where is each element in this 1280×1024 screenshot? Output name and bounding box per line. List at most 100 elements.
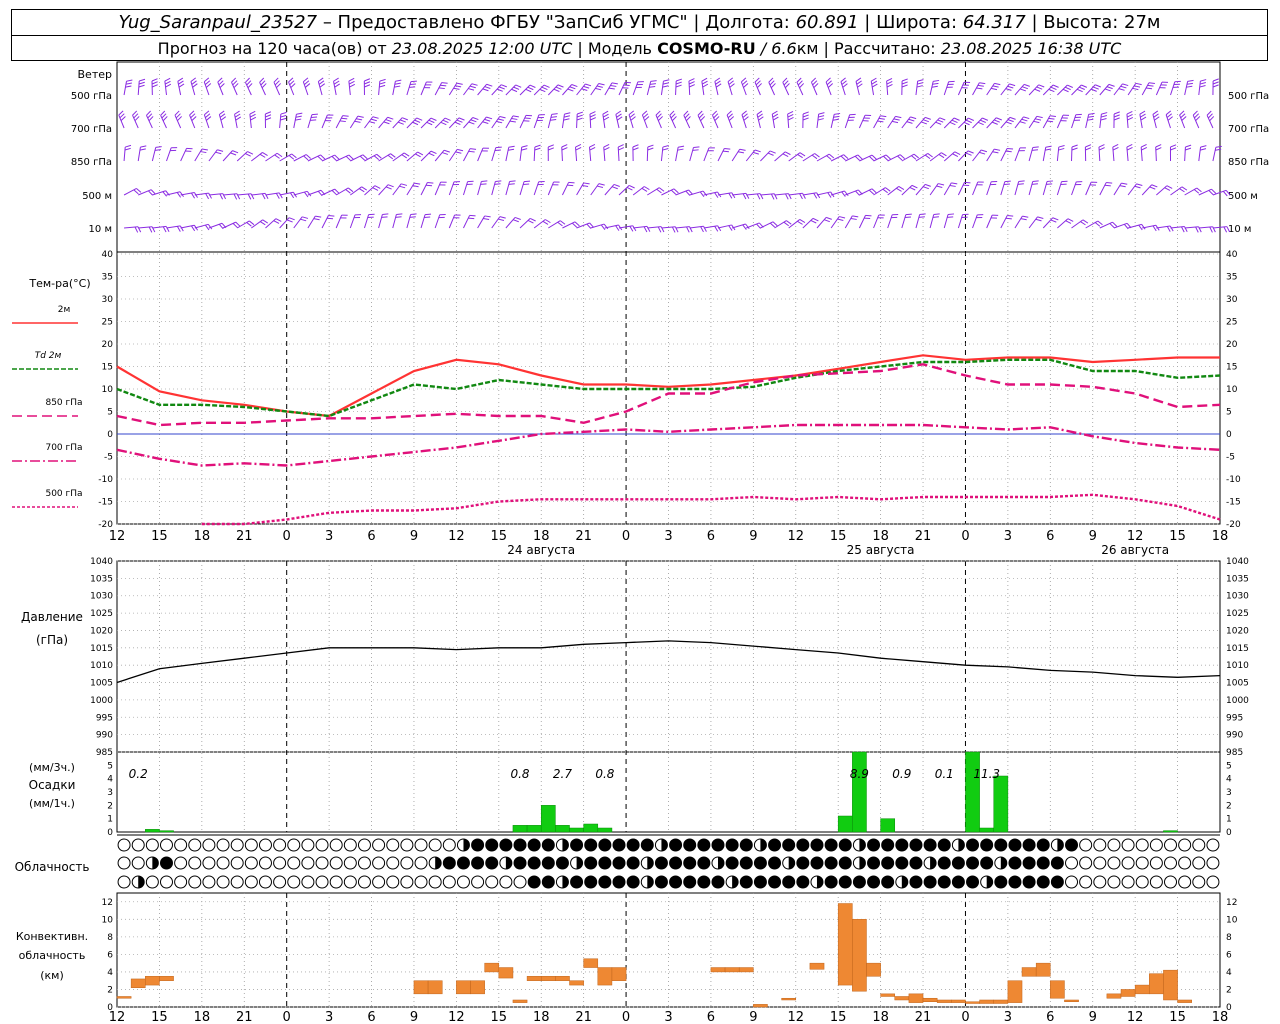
wind-barb-flag — [1195, 226, 1199, 233]
wind-barb-flag — [855, 77, 862, 82]
wind-barb-flag — [603, 113, 609, 118]
wind-barb-shaft — [491, 147, 497, 162]
wind-barb-flag — [896, 187, 902, 192]
cloud-symbol — [1206, 838, 1220, 852]
wind-barb-flag — [430, 150, 437, 155]
wind-barb-flag — [233, 193, 238, 200]
cloud-symbol — [428, 875, 442, 889]
cloud-symbol — [1178, 875, 1192, 889]
temp-ytick-right: 30 — [1226, 295, 1238, 305]
wind-barb-flag — [387, 154, 394, 160]
precip-annotation: 0.8 — [595, 767, 614, 781]
wind-barb-flag — [756, 110, 763, 115]
cloud-symbol — [739, 856, 753, 870]
cloud-symbol — [1206, 875, 1220, 889]
wind-barb-flag — [512, 115, 519, 118]
wind-barb-flag — [250, 116, 257, 121]
wind-barb-shaft — [703, 147, 710, 162]
wind-barb-flag — [155, 146, 162, 148]
temp-xtick: 15 — [151, 529, 168, 544]
wind-barb-flag — [1050, 86, 1057, 90]
wind-barb-flag — [728, 225, 733, 231]
cloud-symbol — [810, 856, 824, 870]
wind-barb-flag — [417, 151, 424, 156]
wind-barb-flag — [812, 217, 819, 222]
wind-barb-flag — [1120, 85, 1127, 89]
wind-barb-flag — [124, 147, 131, 151]
wind-barb-flag — [542, 220, 549, 225]
wind-barb-flag — [979, 151, 986, 155]
wind-barb-flag — [426, 121, 433, 126]
cloud-ylabel: Облачность — [15, 860, 90, 874]
wind-barb-flag — [1095, 84, 1101, 88]
wind-barb-flag — [583, 85, 590, 89]
wind-barb-flag — [521, 145, 528, 148]
wind-barb-shaft — [505, 217, 516, 229]
bottom-xtick: 12 — [109, 1010, 126, 1024]
wind-barb-shaft — [378, 214, 383, 229]
cloud-symbol — [1192, 875, 1206, 889]
temp-xtick: 18 — [533, 529, 550, 544]
wind-barb-flag — [508, 148, 515, 151]
temp-ytick-left: 20 — [102, 340, 114, 350]
cloud-symbol — [626, 856, 640, 870]
bottom-xtick: 12 — [787, 1010, 804, 1024]
wind-barb-flag — [190, 77, 197, 82]
wind-barb-shaft — [1184, 146, 1186, 162]
wind-barb-flag — [669, 110, 675, 116]
wind-barb-flag — [1007, 215, 1014, 217]
wind-barb-flag — [575, 146, 582, 151]
wind-barb-flag — [644, 116, 650, 121]
wind-barb-flag — [288, 77, 294, 83]
wind-barb-shaft — [335, 214, 343, 229]
wind-barb-flag — [951, 119, 958, 123]
conv-bar — [456, 980, 471, 995]
wind-barb-flag — [428, 152, 435, 157]
conv-bar — [427, 980, 443, 995]
wind-barb-flag — [296, 112, 303, 115]
wind-barb-flag — [954, 151, 961, 155]
wind-barb-flag — [414, 119, 421, 123]
pres-ytick-right: 1025 — [1226, 609, 1249, 619]
wind-barb-shaft — [929, 214, 935, 229]
wind-barb-shaft — [972, 214, 978, 229]
wind-barb-flag — [174, 110, 180, 116]
cloud-symbol-half — [760, 839, 767, 851]
wind-barb-shaft — [477, 215, 486, 229]
bottom-xtick: 21 — [575, 1010, 592, 1024]
wind-barb-flag — [208, 192, 212, 199]
temp-ytick-right: 15 — [1226, 363, 1237, 373]
wind-barb-flag — [304, 83, 311, 88]
cloud-symbol-half — [152, 857, 159, 869]
wind-barb-flag — [1170, 147, 1177, 151]
wind-barb-flag — [148, 116, 154, 122]
wind-barb-flag — [468, 150, 475, 153]
cloud-symbol — [485, 856, 499, 870]
cloud-symbol — [386, 838, 400, 852]
wind-barb-flag — [356, 118, 363, 121]
wind-barb-flag — [724, 148, 731, 150]
wind-barb-flag — [615, 225, 620, 231]
wind-barb-flag — [909, 186, 916, 191]
wind-barb-flag — [658, 187, 665, 192]
wind-barb-flag — [125, 85, 132, 88]
prec-ytick-right: 4 — [1226, 775, 1232, 785]
wind-barb-shaft — [420, 214, 426, 229]
wind-barb-flag — [613, 183, 620, 187]
wind-barb-flag — [1126, 143, 1133, 148]
conv-ytick-left: 2 — [107, 985, 113, 995]
wind-barb-flag — [359, 155, 365, 161]
wind-barb-shaft — [321, 215, 329, 229]
cloud-symbol — [273, 838, 287, 852]
wind-barb-flag — [1126, 110, 1133, 115]
pres-ytick-right: 1020 — [1226, 626, 1249, 636]
cloud-symbol — [753, 875, 767, 889]
wind-barb-flag — [1118, 88, 1125, 91]
wind-barb-flag — [563, 115, 570, 118]
wind-barb-shaft — [711, 114, 719, 129]
wind-barb-flag — [1209, 116, 1215, 122]
cloud-symbol — [895, 838, 909, 852]
pres-ytick-left: 1010 — [90, 661, 113, 671]
wind-barb-flag — [715, 83, 722, 88]
wind-barb-flag — [1183, 226, 1188, 233]
